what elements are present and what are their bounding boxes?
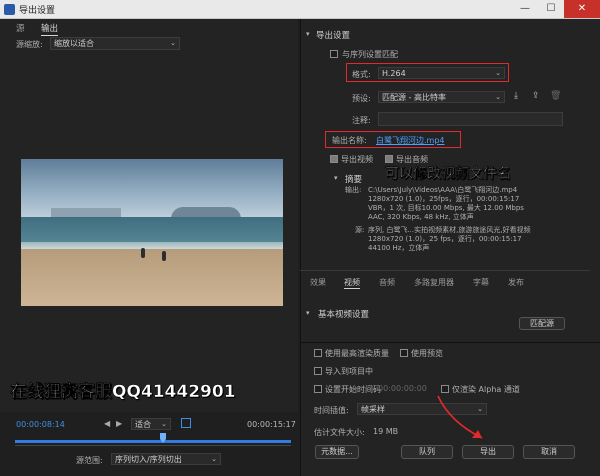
window-title: 导出设置: [19, 6, 56, 16]
collapse-chevron-icon[interactable]: ▾: [306, 30, 310, 38]
summary-source-label: 源:: [355, 226, 365, 234]
export-settings-heading: 导出设置: [316, 31, 351, 41]
preset-select[interactable]: 匹配源 - 高比特率 ⌄: [378, 91, 505, 103]
format-value: H.264: [382, 69, 406, 78]
comments-label: 注释:: [352, 116, 371, 125]
output-name-label: 输出名称:: [332, 136, 367, 145]
safe-margins-icon[interactable]: [181, 418, 191, 428]
title-bar: 导出设置 — ☐ ✕: [0, 0, 600, 19]
source-range-value: 序列切入/序列切出: [115, 455, 182, 464]
summary-chevron-icon[interactable]: ▾: [334, 174, 338, 182]
max-render-quality-checkbox[interactable]: [314, 349, 322, 357]
summary-output-line: AAC, 320 Kbps, 48 kHz, 立体声: [368, 213, 474, 221]
use-previews-checkbox[interactable]: [400, 349, 408, 357]
summary-output-line: VBR，1 次, 目标10.00 Mbps, 最大 12.00 Mbps: [368, 204, 524, 212]
preset-value: 匹配源 - 高比特率: [382, 93, 446, 102]
chevron-down-icon: ⌄: [161, 420, 167, 428]
divider: [300, 270, 590, 271]
basic-video-heading: 基本视频设置: [318, 310, 370, 320]
output-name-link[interactable]: 白鹭飞翔河边.mp4: [376, 135, 445, 146]
tab-publish[interactable]: 发布: [508, 277, 524, 288]
fit-select[interactable]: 适合 ⌄: [131, 418, 171, 430]
import-preset-icon[interactable]: ⇪: [532, 91, 540, 101]
time-interpolation-value: 帧采样: [361, 405, 385, 414]
save-preset-icon[interactable]: ⤓: [514, 91, 518, 101]
start-timecode-checkbox[interactable]: [314, 385, 322, 393]
cancel-button[interactable]: 取消: [523, 445, 575, 459]
annotation-text: 可以修改视频文件名: [385, 166, 511, 182]
annotation-arrow-line: [437, 395, 483, 439]
estimated-size-value: 19 MB: [373, 427, 399, 436]
source-range-label: 源范围:: [76, 456, 103, 465]
source-scaling-select[interactable]: 缩放以适合 ⌄: [50, 37, 180, 50]
tab-effects[interactable]: 效果: [310, 277, 326, 288]
match-sequence-label: 与序列设置匹配: [342, 50, 398, 59]
metadata-button[interactable]: 元数据...: [315, 445, 359, 459]
estimated-size-label: 估计文件大小:: [314, 428, 365, 437]
app-icon: [4, 4, 15, 15]
settings-scrollbar[interactable]: [590, 25, 596, 325]
minimize-button[interactable]: —: [512, 0, 538, 18]
export-video-checkbox[interactable]: [330, 155, 338, 163]
preview-person: [141, 248, 145, 258]
import-project-label: 导入到项目中: [325, 367, 373, 376]
time-interpolation-label: 时间插值:: [314, 406, 349, 415]
tab-audio[interactable]: 音频: [379, 277, 395, 288]
format-label: 格式:: [352, 70, 371, 79]
summary-source-line: 序列, 白鹭飞...实拍视频素材,旅游旅途风光,好看视频: [368, 226, 531, 234]
preview-sand: [21, 249, 283, 306]
use-previews-label: 使用预览: [411, 349, 443, 358]
summary-output-line: C:\Users\July\Videos\AAA\白鹭飞翔河边.mp4: [368, 186, 518, 194]
fit-value: 适合: [135, 420, 151, 429]
summary-heading: 摘要: [345, 175, 363, 185]
preview-person: [162, 251, 166, 261]
preset-label: 预设:: [352, 94, 371, 103]
summary-source-line: 44100 Hz，立体声: [368, 244, 430, 252]
import-project-checkbox[interactable]: [314, 367, 322, 375]
source-scaling-value: 缩放以适合: [54, 39, 94, 48]
tab-output[interactable]: 输出: [41, 22, 59, 36]
export-video-label: 导出视频: [341, 155, 373, 164]
video-preview: [21, 159, 283, 306]
max-render-quality-label: 使用最高渲染质量: [325, 349, 389, 358]
tab-source[interactable]: 源: [16, 22, 25, 34]
timeline-ruler: [15, 445, 291, 449]
divider: [300, 342, 600, 343]
summary-source-line: 1280x720 (1.0)，25 fps，逐行，00:00:15:17: [368, 235, 522, 243]
close-button[interactable]: ✕: [564, 0, 600, 18]
chevron-down-icon: ⌄: [495, 69, 501, 77]
match-sequence-checkbox[interactable]: [330, 50, 338, 58]
summary-output-line: 1280x720 (1.0)，25fps，逐行，00:00:15:17: [368, 195, 520, 203]
chevron-down-icon: ⌄: [495, 93, 501, 101]
tab-captions[interactable]: 字幕: [473, 277, 489, 288]
maximize-button[interactable]: ☐: [538, 0, 564, 18]
timeline-range-fill: [15, 440, 291, 443]
tab-video[interactable]: 视频: [344, 277, 360, 289]
current-timecode[interactable]: 00:00:08:14: [16, 420, 65, 429]
collapse-chevron-icon[interactable]: ▾: [306, 309, 310, 317]
source-range-select[interactable]: 序列切入/序列切出 ⌄: [111, 453, 221, 465]
summary-output-label: 输出:: [345, 186, 362, 194]
promo-overlay-text: 在线狸窝客服QQ41442901: [10, 382, 236, 402]
end-timecode: 00:00:15:17: [247, 420, 296, 429]
export-audio-checkbox[interactable]: [385, 155, 393, 163]
mark-out-icon[interactable]: ▶: [116, 419, 122, 428]
start-timecode-label: 设置开始时间码: [325, 385, 381, 394]
match-source-button[interactable]: 匹配源: [519, 317, 565, 330]
mark-in-icon[interactable]: ◀: [104, 419, 110, 428]
chevron-down-icon: ⌄: [170, 39, 176, 47]
annotation-arrow: [437, 395, 483, 439]
format-select[interactable]: H.264 ⌄: [378, 67, 505, 79]
source-scaling-label: 源缩放:: [16, 40, 43, 49]
comments-field[interactable]: [378, 112, 563, 126]
tab-multiplexer[interactable]: 多路复用器: [414, 277, 454, 288]
chevron-down-icon: ⌄: [211, 455, 217, 463]
delete-preset-icon[interactable]: 🗑: [550, 91, 561, 101]
preview-skyline: [51, 208, 121, 217]
